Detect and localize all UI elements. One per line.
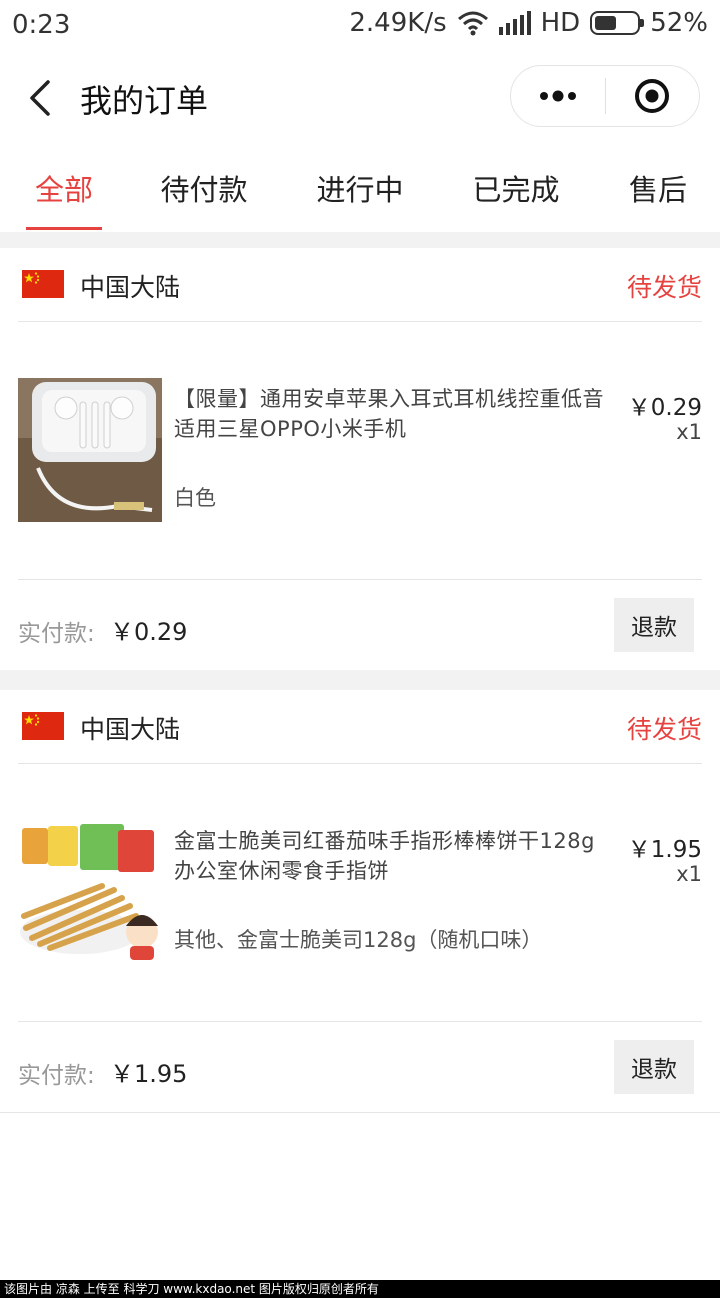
refund-button[interactable]: 退款 — [614, 1040, 694, 1094]
china-flag-icon — [22, 712, 64, 740]
status-bar: 0:23 2.49K/s HD 52% — [0, 0, 720, 50]
battery-text: 52% — [650, 8, 708, 38]
status-time: 0:23 — [12, 10, 71, 40]
more-button[interactable] — [511, 66, 605, 126]
paid-amount: ￥1.95 — [110, 1060, 188, 1088]
battery-icon — [590, 11, 645, 35]
tab-label: 进行中 — [316, 173, 404, 207]
order-region: 中国大陆 — [80, 273, 181, 302]
network-type: HD — [540, 8, 581, 38]
product-sku: 白色 — [174, 486, 216, 510]
tab-in-progress[interactable]: 进行中 — [308, 144, 412, 232]
order-footer: 实付款: ￥0.29 退款 — [18, 580, 702, 670]
product-title: 【限量】通用安卓苹果入耳式耳机线控重低音适用三星OPPO小米手机 — [174, 387, 604, 441]
order-card[interactable]: 中国大陆 待发货 金富士脆美司红番茄味手指形棒棒饼干128g办公室休闲零食手指饼… — [0, 690, 720, 1112]
refund-button[interactable]: 退款 — [614, 598, 694, 652]
product-quantity: x1 — [676, 862, 702, 886]
tab-label: 待付款 — [160, 173, 248, 207]
mini-program-capsule — [510, 65, 700, 127]
paid-label: 实付款: — [18, 621, 95, 647]
back-icon[interactable] — [22, 78, 58, 118]
product-price: ￥1.95 — [627, 837, 702, 863]
close-button[interactable] — [606, 66, 700, 126]
order-header: 中国大陆 待发货 — [18, 248, 702, 322]
order-footer: 实付款: ￥1.95 退款 — [18, 1022, 702, 1112]
tab-active-underline — [26, 227, 102, 230]
battery-fill — [595, 16, 616, 30]
order-tabs: 全部 待付款 进行中 已完成 售后 — [0, 144, 720, 232]
tab-after-sales[interactable]: 售后 — [620, 144, 696, 232]
product-quantity: x1 — [676, 420, 702, 444]
product-price: ￥0.29 — [627, 395, 702, 421]
order-item[interactable]: 【限量】通用安卓苹果入耳式耳机线控重低音适用三星OPPO小米手机 白色 ￥0.2… — [18, 322, 702, 580]
tab-label: 已完成 — [472, 173, 560, 207]
paid-amount: ￥0.29 — [110, 618, 188, 646]
tab-all[interactable]: 全部 — [26, 144, 102, 232]
section-separator — [0, 232, 720, 248]
tab-label: 售后 — [628, 173, 687, 207]
more-dots-icon — [539, 90, 576, 102]
order-status: 待发货 — [626, 715, 702, 744]
order-item[interactable]: 金富士脆美司红番茄味手指形棒棒饼干128g办公室休闲零食手指饼 其他、金富士脆美… — [18, 764, 702, 1022]
section-separator — [0, 670, 720, 690]
watermark-bar: 该图片由 凉森 上传至 科学刀 www.kxdao.net 图片版权归原创者所有 — [0, 1280, 720, 1298]
product-title: 金富士脆美司红番茄味手指形棒棒饼干128g办公室休闲零食手指饼 — [174, 829, 595, 883]
status-right: 2.49K/s HD 52% — [349, 8, 708, 38]
tab-pending-payment[interactable]: 待付款 — [152, 144, 256, 232]
tab-label: 全部 — [34, 173, 93, 207]
china-flag-icon — [22, 270, 64, 298]
cell-signal-icon — [498, 11, 531, 35]
wifi-icon — [457, 11, 488, 36]
product-thumbnail-biscuit-sticks — [18, 820, 162, 964]
product-thumbnail-earphones — [18, 378, 162, 522]
page-title: 我的订单 — [80, 82, 209, 120]
order-status: 待发货 — [626, 273, 702, 302]
order-region: 中国大陆 — [80, 715, 181, 744]
paid-label: 实付款: — [18, 1063, 95, 1089]
network-speed: 2.49K/s — [349, 8, 447, 38]
order-header: 中国大陆 待发货 — [18, 690, 702, 764]
nav-bar: 我的订单 — [0, 50, 720, 144]
target-circle-icon — [635, 79, 670, 113]
order-card[interactable]: 中国大陆 待发货 【限量】通用安卓苹果入耳式耳机线控重低音适用三星OPPO小米手… — [0, 248, 720, 670]
list-end-divider — [0, 1112, 720, 1113]
tab-completed[interactable]: 已完成 — [464, 144, 568, 232]
product-sku: 其他、金富士脆美司128g（随机口味） — [174, 928, 543, 952]
